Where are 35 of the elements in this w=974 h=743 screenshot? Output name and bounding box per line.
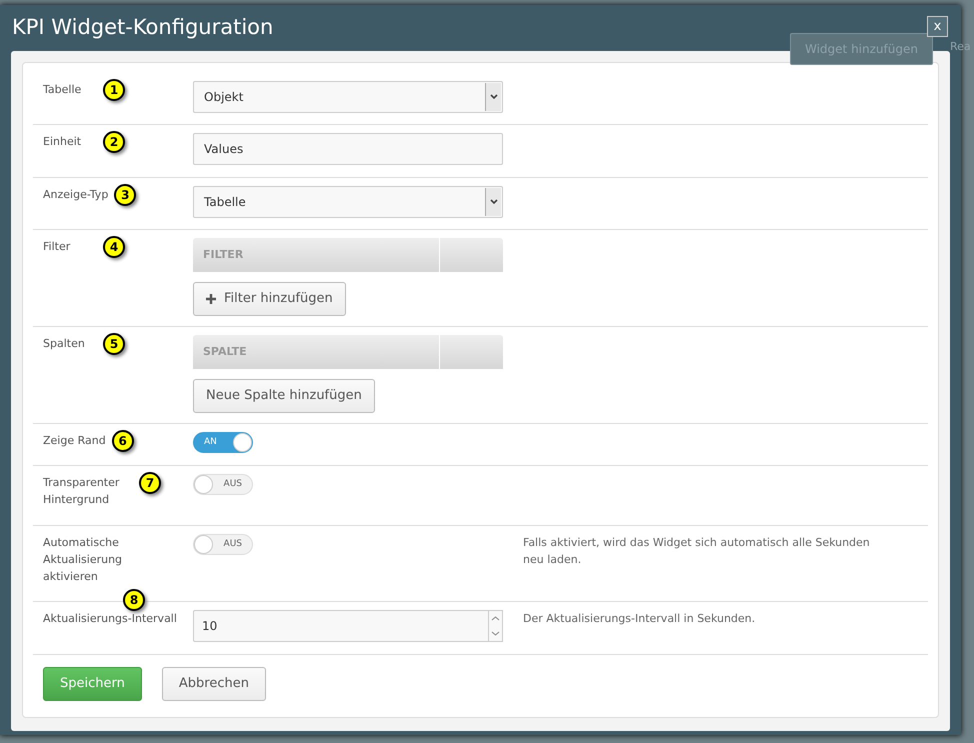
select-field[interactable]: Objekt: [193, 81, 503, 113]
field-label: Anzeige-Typ: [43, 187, 108, 203]
number-field[interactable]: 10: [193, 610, 488, 642]
table-header: FILTER: [193, 238, 503, 272]
toggle-switch[interactable]: AUS: [193, 534, 253, 555]
field-label: Einheit: [43, 134, 82, 150]
number-marker: 4: [103, 236, 125, 258]
number-marker: 5: [103, 333, 125, 355]
number-marker: 3: [114, 184, 136, 206]
field-label: Filter: [43, 239, 70, 255]
field-label: Tabelle: [43, 82, 82, 98]
field-label: Zeige Rand: [43, 433, 106, 449]
help-text: Falls aktiviert, wird das Widget sich automatisch alle Sekunden neu laden.: [523, 535, 871, 568]
toggle-switch[interactable]: AUS: [193, 474, 253, 495]
caret-icon: [490, 199, 498, 205]
close-button[interactable]: x: [927, 16, 948, 37]
caret-icon: [490, 94, 498, 100]
field-label: Automatische Aktualisierung aktivieren: [43, 535, 124, 585]
plus-icon: [206, 294, 216, 304]
dialog-title: KPI Widget-Konfiguration: [12, 15, 274, 40]
input-field[interactable]: Values: [193, 133, 503, 165]
table-header: SPALTE: [193, 335, 503, 369]
field-label: Aktualisierungs-Intervall: [43, 611, 177, 627]
field-label: Spalten: [43, 336, 85, 352]
number-marker: 1: [103, 79, 125, 101]
help-text: Der Aktualisierungs-Intervall in Sekunden.: [523, 611, 756, 627]
add-button[interactable]: Neue Spalte hinzufügen: [193, 379, 375, 412]
number-marker: 2: [103, 131, 125, 153]
number-marker: 6: [112, 430, 134, 452]
field-label: Transparenter Hintergrund: [43, 475, 120, 508]
add-button[interactable]: Filter hinzufügen: [193, 282, 346, 316]
number-marker: 8: [123, 589, 145, 611]
cancel-button[interactable]: Abbrechen: [162, 667, 266, 700]
select-field[interactable]: Tabelle: [193, 186, 503, 218]
number-marker: 7: [139, 472, 161, 494]
